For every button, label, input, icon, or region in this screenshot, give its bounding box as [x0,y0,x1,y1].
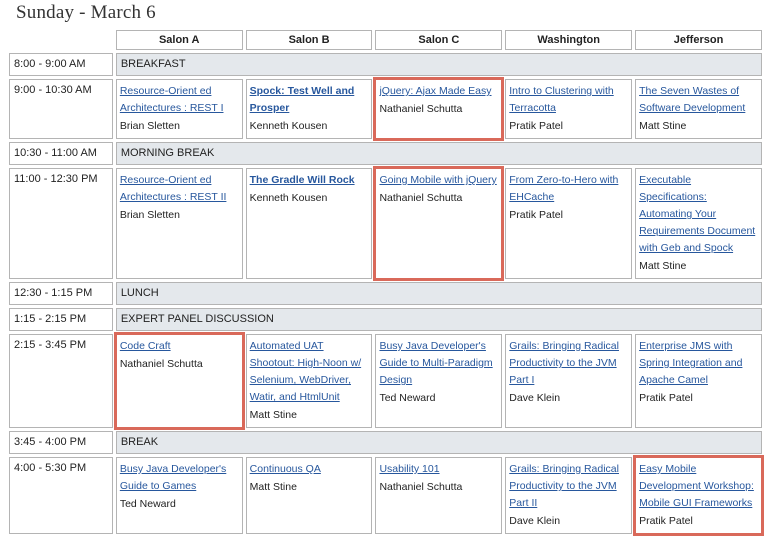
session-cell: Grails: Bringing Radical Productivity to… [505,334,633,428]
session-title-link[interactable]: Resource-Orient ed Architectures : REST … [120,83,239,117]
time-slot: 12:30 - 1:15 PM [9,282,113,305]
session-cell: Busy Java Developer's Guide to Games Ted … [115,457,243,534]
session-cell: Going Mobile with jQuery Nathaniel Schutt… [373,166,505,281]
session-speaker: Ted Neward [379,392,436,404]
session-title-link[interactable]: Spock: Test Well and Prosper [250,83,369,117]
room-header: Salon B [245,30,373,50]
session-speaker: Nathaniel Schutta [379,103,463,115]
session-speaker: Pratik Patel [639,515,693,527]
session-cell: Busy Java Developer's Guide to Multi-Par… [375,334,503,428]
session-cell: Resource-Orient ed Architectures : REST … [115,168,243,279]
session-speaker: Pratik Patel [509,209,563,221]
session-cell: Easy Mobile Development Workshop: Mobile… [633,455,764,536]
break-label: MORNING BREAK [115,142,762,165]
session-speaker: Brian Sletten [119,120,180,132]
session-title-link[interactable]: Enterprise JMS with Spring Integration a… [639,338,758,389]
room-header-row: Salon A Salon B Salon C Washington Jeffe… [9,30,762,50]
session-title-link[interactable]: Automated UAT Shootout: High-Noon w/ Sel… [250,338,369,406]
break-label: LUNCH [115,282,762,305]
session-title-link[interactable]: Grails: Bringing Radical Productivity to… [509,461,628,512]
session-title-link[interactable]: Resource-Orient ed Architectures : REST … [120,172,239,206]
session-cell: jQuery: Ajax Made Easy Nathaniel Schutta [373,77,505,141]
time-slot: 9:00 - 10:30 AM [9,79,113,139]
session-row: 11:00 - 12:30 PM Resource-Orient ed Archi… [9,166,762,281]
session-cell: Grails: Bringing Radical Productivity to… [505,457,633,534]
time-slot: 11:00 - 12:30 PM [9,168,113,279]
session-speaker: Brian Sletten [119,209,180,221]
session-title-link[interactable]: Going Mobile with jQuery [379,172,498,189]
time-slot: 1:15 - 2:15 PM [9,308,113,331]
session-speaker: Matt Stine [639,120,687,132]
session-row: 2:15 - 3:45 PM Code Craft Nathaniel Schutt… [9,332,762,430]
session-title-link[interactable]: Busy Java Developer's Guide to Games [120,461,239,495]
session-cell: Intro to Clustering with Terracotta Prati… [505,79,633,139]
room-header: Washington [505,30,633,50]
session-speaker: Matt Stine [639,260,687,272]
break-row: 1:15 - 2:15 PM EXPERT PANEL DISCUSSION [9,308,762,331]
session-cell: Spock: Test Well and Prosper Kenneth Kous… [245,79,373,139]
session-cell: Automated UAT Shootout: High-Noon w/ Sel… [245,334,373,428]
session-title-link[interactable]: Intro to Clustering with Terracotta [509,83,628,117]
session-cell: The Gradle Will Rock Kenneth Kousen [245,168,373,279]
session-speaker: Nathaniel Schutta [379,192,463,204]
time-slot: 4:00 - 5:30 PM [9,457,113,534]
break-label: BREAK [115,431,762,454]
time-slot: 8:00 - 9:00 AM [9,53,113,76]
break-row: 3:45 - 4:00 PM BREAK [9,431,762,454]
session-speaker: Nathaniel Schutta [119,358,203,370]
session-row: 4:00 - 5:30 PM Busy Java Developer's Guid… [9,455,764,536]
session-cell: Usability 101 Nathaniel Schutta [375,457,503,534]
session-cell: Code Craft Nathaniel Schutta [113,332,245,430]
session-row: 9:00 - 10:30 AM Resource-Orient ed Archit… [9,77,762,141]
day-title: Sunday - March 6 [16,2,156,23]
session-title-link[interactable]: The Seven Wastes of Software Development [639,83,758,117]
room-header: Salon A [115,30,243,50]
session-speaker: Kenneth Kousen [249,120,328,132]
break-row: 10:30 - 11:00 AM MORNING BREAK [9,142,762,165]
session-title-link[interactable]: The Gradle Will Rock [250,172,369,189]
session-title-link[interactable]: Continuous QA [250,461,369,478]
session-speaker: Dave Klein [509,392,561,404]
session-speaker: Ted Neward [119,498,176,510]
session-speaker: Dave Klein [509,515,561,527]
time-slot: 10:30 - 11:00 AM [9,142,113,165]
session-title-link[interactable]: Easy Mobile Development Workshop: Mobile… [639,461,758,512]
session-title-link[interactable]: Grails: Bringing Radical Productivity to… [509,338,628,389]
break-row: 12:30 - 1:15 PM LUNCH [9,282,762,305]
room-header: Salon C [375,30,503,50]
session-speaker: Matt Stine [249,409,297,421]
time-slot: 3:45 - 4:00 PM [9,431,113,454]
session-speaker: Matt Stine [249,481,297,493]
session-cell: Continuous QA Matt Stine [245,457,373,534]
session-title-link[interactable]: Executable Specifications: Automating Yo… [639,172,758,257]
time-slot: 2:15 - 3:45 PM [9,334,113,428]
session-cell: Enterprise JMS with Spring Integration a… [635,334,762,428]
session-cell: From Zero-to-Hero with EHCache Pratik Pat… [505,168,633,279]
session-title-link[interactable]: jQuery: Ajax Made Easy [379,83,498,100]
session-title-link[interactable]: Code Craft [120,338,239,355]
break-label: BREAKFAST [115,53,762,76]
session-cell: Executable Specifications: Automating Yo… [635,168,762,279]
room-header: Jefferson [635,30,762,50]
corner-cell [9,30,113,50]
schedule-table: Salon A Salon B Salon C Washington Jeffe… [6,27,765,537]
session-speaker: Pratik Patel [639,392,693,404]
session-cell: The Seven Wastes of Software Development… [635,79,762,139]
session-title-link[interactable]: Usability 101 [379,461,498,478]
session-speaker: Pratik Patel [509,120,563,132]
break-row: 8:00 - 9:00 AM BREAKFAST [9,53,762,76]
session-cell: Resource-Orient ed Architectures : REST … [115,79,243,139]
break-label: EXPERT PANEL DISCUSSION [115,308,762,331]
schedule-body: Salon A Salon B Salon C Washington Jeffe… [9,30,764,536]
session-speaker: Kenneth Kousen [249,192,328,204]
session-title-link[interactable]: Busy Java Developer's Guide to Multi-Par… [379,338,498,389]
session-title-link[interactable]: From Zero-to-Hero with EHCache [509,172,628,206]
session-speaker: Nathaniel Schutta [379,481,463,493]
